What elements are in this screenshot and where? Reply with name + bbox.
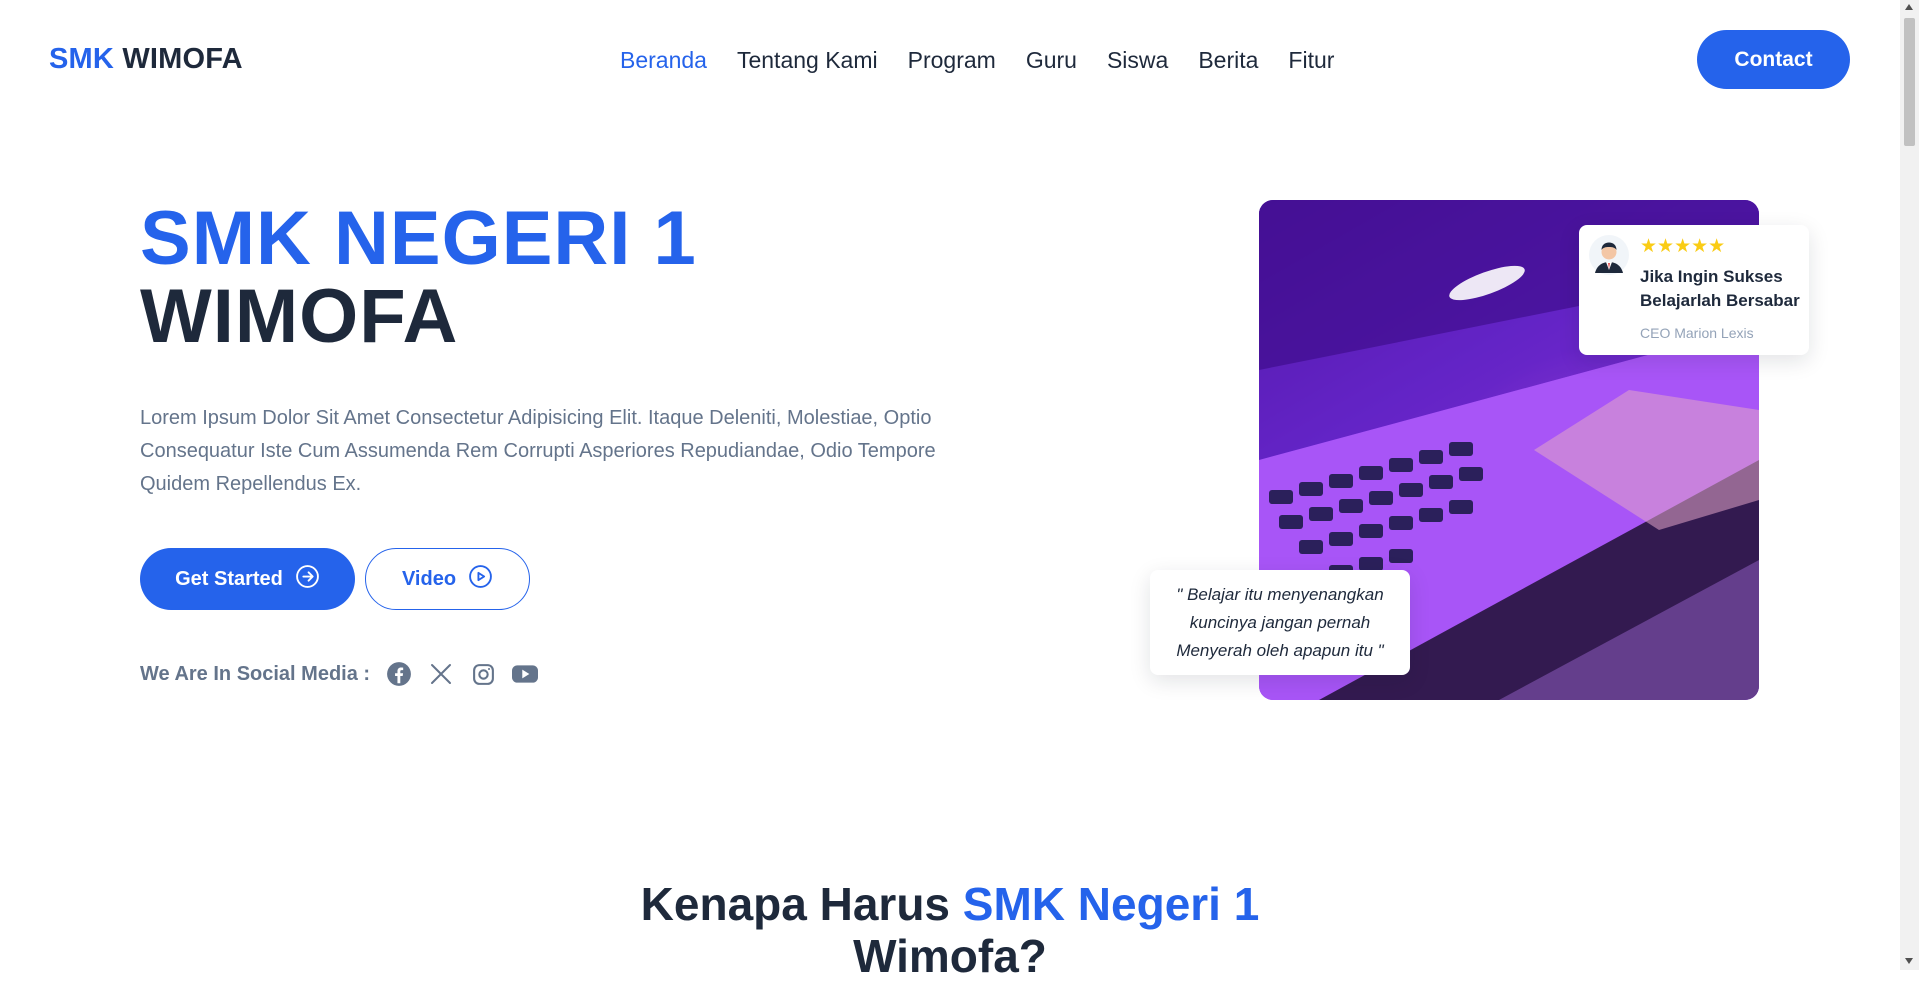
nav-item-program[interactable]: Program bbox=[908, 47, 996, 74]
contact-button[interactable]: Contact bbox=[1697, 30, 1850, 89]
nav-item-fitur[interactable]: Fitur bbox=[1288, 47, 1334, 74]
video-button[interactable]: Video bbox=[365, 548, 530, 610]
scroll-up-arrow-icon[interactable] bbox=[1905, 4, 1913, 10]
rating-stars: ★★★★★ bbox=[1640, 236, 1726, 257]
why-title-prefix: Kenapa Harus bbox=[640, 878, 951, 930]
brand-part-1: SMK bbox=[49, 43, 115, 75]
brand-part-2: WIMOFA bbox=[122, 43, 243, 75]
main-nav: Beranda Tentang Kami Program Guru Siswa … bbox=[620, 47, 1334, 74]
quote-card: " Belajar itu menyenangkan kuncinya jang… bbox=[1150, 570, 1410, 675]
youtube-icon[interactable] bbox=[512, 661, 539, 687]
social-media-row: We Are In Social Media : bbox=[140, 661, 539, 687]
testimonial-card: ★★★★★ Jika Ingin Sukses Belajarlah Bersa… bbox=[1579, 225, 1809, 355]
get-started-label: Get Started bbox=[175, 567, 283, 590]
nav-item-guru[interactable]: Guru bbox=[1026, 47, 1077, 74]
hero-title-line1: SMK NEGERI 1 bbox=[140, 196, 697, 281]
scroll-down-arrow-icon[interactable] bbox=[1905, 958, 1913, 964]
get-started-button[interactable]: Get Started bbox=[140, 548, 355, 610]
testimonial-author: CEO Marion Lexis bbox=[1640, 325, 1754, 341]
facebook-icon[interactable] bbox=[386, 661, 412, 687]
social-media-label: We Are In Social Media : bbox=[140, 662, 371, 685]
nav-item-siswa[interactable]: Siswa bbox=[1107, 47, 1168, 74]
page-scrollbar[interactable] bbox=[1900, 0, 1919, 970]
hero-title-line2: WIMOFA bbox=[140, 274, 459, 359]
instagram-icon[interactable] bbox=[470, 661, 496, 687]
nav-item-berita[interactable]: Berita bbox=[1198, 47, 1258, 74]
play-circle-icon bbox=[468, 564, 493, 595]
brand-logo[interactable]: SMK WIMOFA bbox=[49, 43, 243, 76]
arrow-right-circle-icon bbox=[295, 564, 320, 595]
why-title-highlight: SMK Negeri 1 bbox=[962, 878, 1260, 930]
video-label: Video bbox=[401, 567, 457, 590]
scrollbar-thumb[interactable] bbox=[1904, 18, 1915, 146]
why-title-suffix: Wimofa? bbox=[853, 930, 1047, 982]
testimonial-quote: Jika Ingin Sukses Belajarlah Bersabar bbox=[1640, 267, 1800, 310]
avatar bbox=[1589, 235, 1629, 275]
hero-description: Lorem Ipsum Dolor Sit Amet Consectetur A… bbox=[140, 407, 936, 495]
x-icon[interactable] bbox=[428, 661, 454, 687]
nav-item-tentang-kami[interactable]: Tentang Kami bbox=[737, 47, 878, 74]
why-section-title: Kenapa Harus SMK Negeri 1 Wimofa? bbox=[560, 878, 1340, 982]
hero-title: SMK NEGERI 1 WIMOFA bbox=[140, 200, 697, 356]
nav-item-beranda[interactable]: Beranda bbox=[620, 47, 707, 74]
